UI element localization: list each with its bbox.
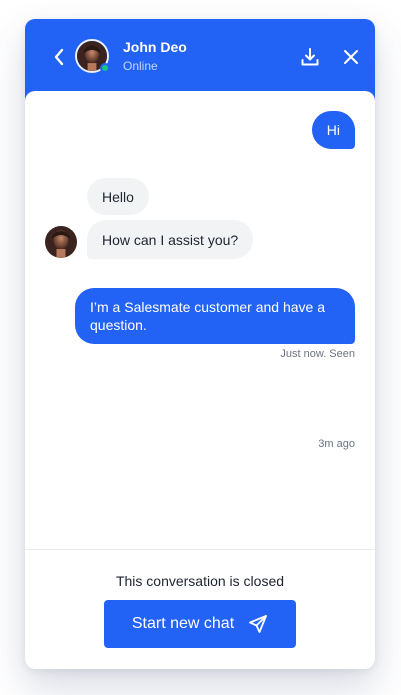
agent-avatar-small (45, 226, 77, 258)
message-bubble-outgoing: I’m a Salesmate customer and have a ques… (75, 288, 355, 344)
conversation-closed-notice: This conversation is closed (115, 573, 285, 589)
send-icon (249, 615, 268, 633)
message-bubble-incoming: Hello (87, 178, 149, 215)
chat-header: John Deo Online (25, 19, 375, 99)
agent-avatar (75, 39, 110, 73)
chat-body[interactable]: Hi Hello How can I assist you? I’m a Sal… (25, 91, 375, 669)
download-button[interactable] (299, 46, 321, 68)
message-bubble-outgoing: Hi (311, 111, 355, 149)
agent-status: Online (123, 59, 158, 73)
chat-footer: This conversation is closed Start new ch… (25, 549, 375, 669)
online-status-dot (100, 63, 110, 73)
agent-name: John Deo (123, 39, 187, 55)
avatar-image (45, 226, 77, 258)
start-new-chat-label: Start new chat (131, 615, 235, 632)
download-icon (301, 48, 319, 66)
message-timestamp: 3m ago (318, 438, 355, 450)
close-icon (344, 50, 358, 64)
message-bubble-incoming: How can I assist you? (87, 220, 254, 259)
message-status: Just now. Seen (280, 348, 355, 360)
close-button[interactable] (341, 47, 361, 67)
chat-widget: John Deo Online Hi Hello How can I assis… (25, 19, 375, 669)
start-new-chat-button[interactable]: Start new chat (104, 600, 296, 648)
chevron-left-icon (54, 48, 64, 66)
back-button[interactable] (49, 47, 69, 67)
